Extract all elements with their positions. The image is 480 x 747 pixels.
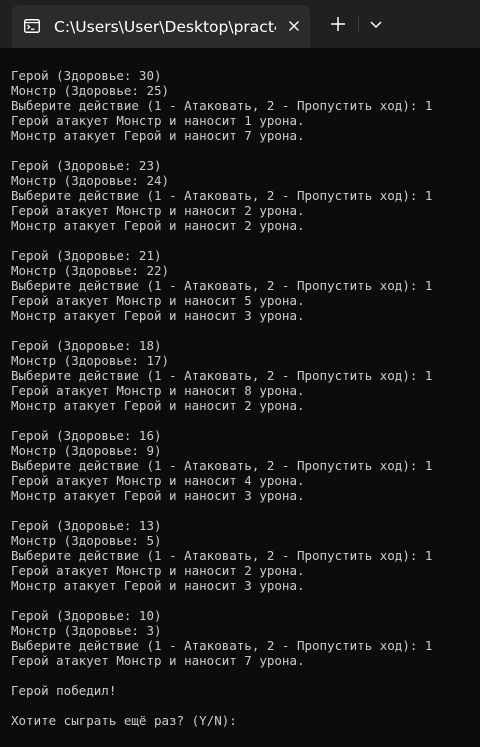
console-line: Герой атакует Монстр и наносит 1 урона.	[11, 113, 305, 128]
console-line: Монстр атакует Герой и наносит 3 урона.	[11, 308, 305, 323]
console-line: Выберите действие (1 - Атаковать, 2 - Пр…	[11, 458, 433, 473]
console-line: Герой (Здоровье: 10)	[11, 608, 162, 623]
terminal-tab[interactable]: C:\Users\User\Desktop\pract4	[12, 5, 310, 48]
console-line: Монстр (Здоровье: 22)	[11, 263, 170, 278]
console-line: Герой атакует Монстр и наносит 4 урона.	[11, 473, 305, 488]
console-line: Герой атакует Монстр и наносит 2 урона.	[11, 563, 305, 578]
console-line: Монстр (Здоровье: 5)	[11, 533, 162, 548]
console-line: Монстр (Здоровье: 17)	[11, 353, 170, 368]
close-icon[interactable]	[286, 18, 302, 34]
console-line: Герой победил!	[11, 683, 117, 698]
console-line: Монстр атакует Герой и наносит 3 урона.	[11, 488, 305, 503]
console-line: Выберите действие (1 - Атаковать, 2 - Пр…	[11, 98, 433, 113]
console-line: Выберите действие (1 - Атаковать, 2 - Пр…	[11, 548, 433, 563]
console-line: Монстр (Здоровье: 3)	[11, 623, 162, 638]
console-line: Герой атакует Монстр и наносит 8 урона.	[11, 383, 305, 398]
console-line: Герой (Здоровье: 13)	[11, 518, 162, 533]
terminal-icon	[24, 19, 40, 33]
console-output[interactable]: Герой (Здоровье: 30) Монстр (Здоровье: 25…	[11, 68, 476, 738]
terminal-window: C:\Users\User\Desktop\pract4 Герой (Здор…	[0, 0, 480, 747]
console-line: Герой (Здоровье: 16)	[11, 428, 162, 443]
console-line: Герой (Здоровье: 30)	[11, 68, 162, 83]
chevron-down-icon[interactable]	[362, 10, 390, 38]
console-line: Герой атакует Монстр и наносит 7 урона.	[11, 653, 305, 668]
console-line: Герой атакует Монстр и наносит 5 урона.	[11, 293, 305, 308]
console-line: Герой (Здоровье: 23)	[11, 158, 162, 173]
console-line: Монстр (Здоровье: 25)	[11, 83, 170, 98]
console-line: Выберите действие (1 - Атаковать, 2 - Пр…	[11, 278, 433, 293]
console-line: Герой (Здоровье: 18)	[11, 338, 162, 353]
console-line: Монстр атакует Герой и наносит 7 урона.	[11, 128, 305, 143]
console-line: Монстр атакует Герой и наносит 2 урона.	[11, 398, 305, 413]
console-line: Хотите сыграть ещё раз? (Y/N):	[11, 713, 237, 728]
tab-title: C:\Users\User\Desktop\pract4	[54, 18, 276, 36]
title-bar: C:\Users\User\Desktop\pract4	[0, 0, 480, 48]
console-line: Монстр атакует Герой и наносит 2 урона.	[11, 218, 305, 233]
console-line: Выберите действие (1 - Атаковать, 2 - Пр…	[11, 368, 433, 383]
console-line: Монстр (Здоровье: 9)	[11, 443, 162, 458]
console-line: Монстр атакует Герой и наносит 3 урона.	[11, 578, 305, 593]
console-line: Герой атакует Монстр и наносит 2 урона.	[11, 203, 305, 218]
console-line: Выберите действие (1 - Атаковать, 2 - Пр…	[11, 188, 433, 203]
console-line: Выберите действие (1 - Атаковать, 2 - Пр…	[11, 638, 433, 653]
plus-icon[interactable]	[322, 10, 354, 38]
console-line: Монстр (Здоровье: 24)	[11, 173, 170, 188]
console-line: Герой (Здоровье: 21)	[11, 248, 162, 263]
titlebar-divider	[358, 16, 359, 32]
